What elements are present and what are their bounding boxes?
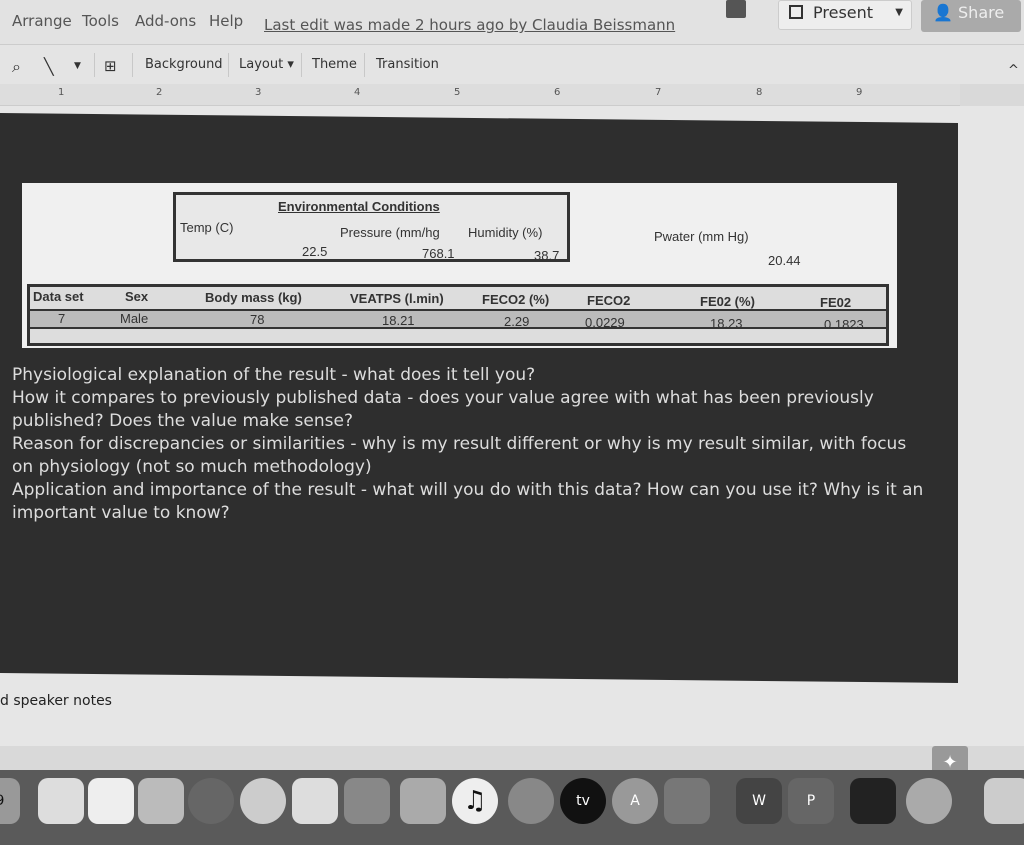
line-icon[interactable]: ╲ bbox=[44, 57, 54, 76]
ruler-tick: 8 bbox=[756, 87, 763, 98]
cell: 18.21 bbox=[382, 313, 415, 328]
header-cell: VEATPS (l.min) bbox=[350, 291, 444, 306]
humidity-label: Humidity (%) bbox=[468, 225, 543, 240]
ruler-tick: 5 bbox=[454, 87, 461, 98]
ruler-tick: 7 bbox=[655, 87, 662, 98]
pressure-label: Pressure (mm/hg bbox=[340, 225, 440, 240]
textedit-icon[interactable] bbox=[292, 778, 338, 824]
slide-text[interactable]: Physiological explanation of the result … bbox=[12, 364, 932, 525]
cell: Male bbox=[120, 311, 149, 326]
toolbar: ⌕ ╲ ▼ ⊞ Background Layout ▾ Theme Transi… bbox=[0, 44, 1024, 84]
menu-bar: Arrange Tools Add-ons Help Last edit was… bbox=[0, 0, 1024, 44]
cell: 2.29 bbox=[504, 314, 530, 329]
question-3: Reason for discrepancies or similarities… bbox=[12, 434, 907, 477]
menu-tools[interactable]: Tools bbox=[82, 12, 119, 30]
comments-icon[interactable] bbox=[726, 0, 746, 18]
ruler-tick: 4 bbox=[354, 87, 361, 98]
shape-icon[interactable]: ⌕ bbox=[12, 57, 21, 77]
reminders-icon[interactable] bbox=[88, 778, 134, 824]
messages-icon[interactable] bbox=[240, 778, 286, 824]
menu-arrange[interactable]: Arrange bbox=[12, 12, 72, 30]
app-store-icon[interactable]: A bbox=[612, 778, 658, 824]
header-cell: FE02 (%) bbox=[700, 294, 755, 309]
cell: 0.1823 bbox=[824, 317, 864, 332]
podcasts-icon[interactable] bbox=[508, 778, 554, 824]
background-button[interactable]: Background bbox=[145, 57, 223, 72]
question-2: How it compares to previously published … bbox=[12, 388, 874, 431]
chevron-down-icon[interactable]: ▼ bbox=[895, 7, 903, 18]
humidity-value: 38.7 bbox=[534, 248, 560, 263]
question-1: Physiological explanation of the result … bbox=[12, 365, 536, 385]
word-icon[interactable]: W bbox=[736, 778, 782, 824]
header-cell: FE02 bbox=[820, 295, 852, 310]
table-row: 7 Male 78 18.21 2.29 0.0229 18.23 0.1823 bbox=[30, 309, 886, 332]
ruler-tick: 9 bbox=[856, 87, 863, 98]
trash-icon[interactable] bbox=[984, 778, 1024, 824]
chrome-icon[interactable] bbox=[906, 778, 952, 824]
pwater-label: Pwater (mm Hg) bbox=[654, 229, 749, 244]
ruler-tick: 2 bbox=[156, 87, 163, 98]
cell: 0.0229 bbox=[585, 315, 625, 330]
header-cell: FECO2 bbox=[587, 293, 631, 308]
present-label: Present bbox=[813, 3, 874, 22]
person-icon: 👤 bbox=[933, 3, 953, 22]
share-button[interactable]: 👤 Share bbox=[921, 0, 1021, 32]
ruler-tick: 1 bbox=[58, 87, 65, 98]
ruler: 1 2 3 4 5 6 7 8 9 bbox=[0, 84, 960, 106]
speaker-notes[interactable]: d speaker notes bbox=[0, 693, 112, 709]
share-label: Share bbox=[958, 3, 1005, 22]
ruler-tick: 3 bbox=[255, 87, 262, 98]
notes-app-icon[interactable] bbox=[38, 778, 84, 824]
header-cell: Body mass (kg) bbox=[205, 290, 302, 305]
add-comment-icon[interactable]: ⊞ bbox=[104, 57, 117, 75]
env-title: Environmental Conditions bbox=[278, 199, 440, 214]
numbers-icon[interactable] bbox=[344, 778, 390, 824]
maps-icon[interactable] bbox=[138, 778, 184, 824]
keynote-icon[interactable] bbox=[400, 778, 446, 824]
header-cell: FECO2 (%) bbox=[482, 292, 550, 307]
present-icon bbox=[789, 5, 803, 19]
environmental-conditions-table: Environmental Conditions Temp (C) Pressu… bbox=[173, 192, 570, 263]
powerpoint-icon[interactable]: P bbox=[788, 778, 834, 824]
last-edit-link[interactable]: Last edit was made 2 hours ago by Claudi… bbox=[264, 16, 675, 34]
pressure-value: 768.1 bbox=[422, 246, 455, 261]
header-cell: Sex bbox=[125, 289, 149, 304]
header-cell: Data set bbox=[33, 289, 84, 304]
music-icon[interactable]: ♫ bbox=[452, 778, 498, 824]
present-button[interactable]: Present ▼ bbox=[778, 0, 912, 30]
menu-help[interactable]: Help bbox=[209, 12, 243, 30]
temp-value: 22.5 bbox=[302, 244, 328, 259]
question-4: Application and importance of the result… bbox=[12, 480, 924, 523]
calendar-icon[interactable]: 9 bbox=[0, 778, 20, 824]
photos-icon[interactable] bbox=[188, 778, 234, 824]
apple-tv-icon[interactable]: tv bbox=[560, 778, 606, 824]
theme-button[interactable]: Theme bbox=[312, 57, 357, 72]
acrobat-icon[interactable] bbox=[850, 778, 896, 824]
cell: 18.23 bbox=[710, 316, 743, 331]
cell: 7 bbox=[58, 311, 66, 326]
system-preferences-icon[interactable] bbox=[664, 778, 710, 824]
dock: 9 ♫ tv A W P bbox=[0, 770, 1024, 845]
chevron-down-icon[interactable]: ▼ bbox=[74, 61, 81, 71]
data-table: Data set Sex Body mass (kg) VEATPS (l.mi… bbox=[27, 284, 889, 346]
cell: 78 bbox=[250, 312, 265, 327]
layout-button[interactable]: Layout ▾ bbox=[239, 57, 294, 72]
collapse-icon[interactable]: ^ bbox=[1008, 63, 1019, 78]
temp-label: Temp (C) bbox=[180, 220, 234, 235]
menu-addons[interactable]: Add-ons bbox=[135, 12, 196, 30]
pwater-value: 20.44 bbox=[768, 253, 801, 268]
ruler-tick: 6 bbox=[554, 87, 561, 98]
transition-button[interactable]: Transition bbox=[376, 57, 439, 72]
